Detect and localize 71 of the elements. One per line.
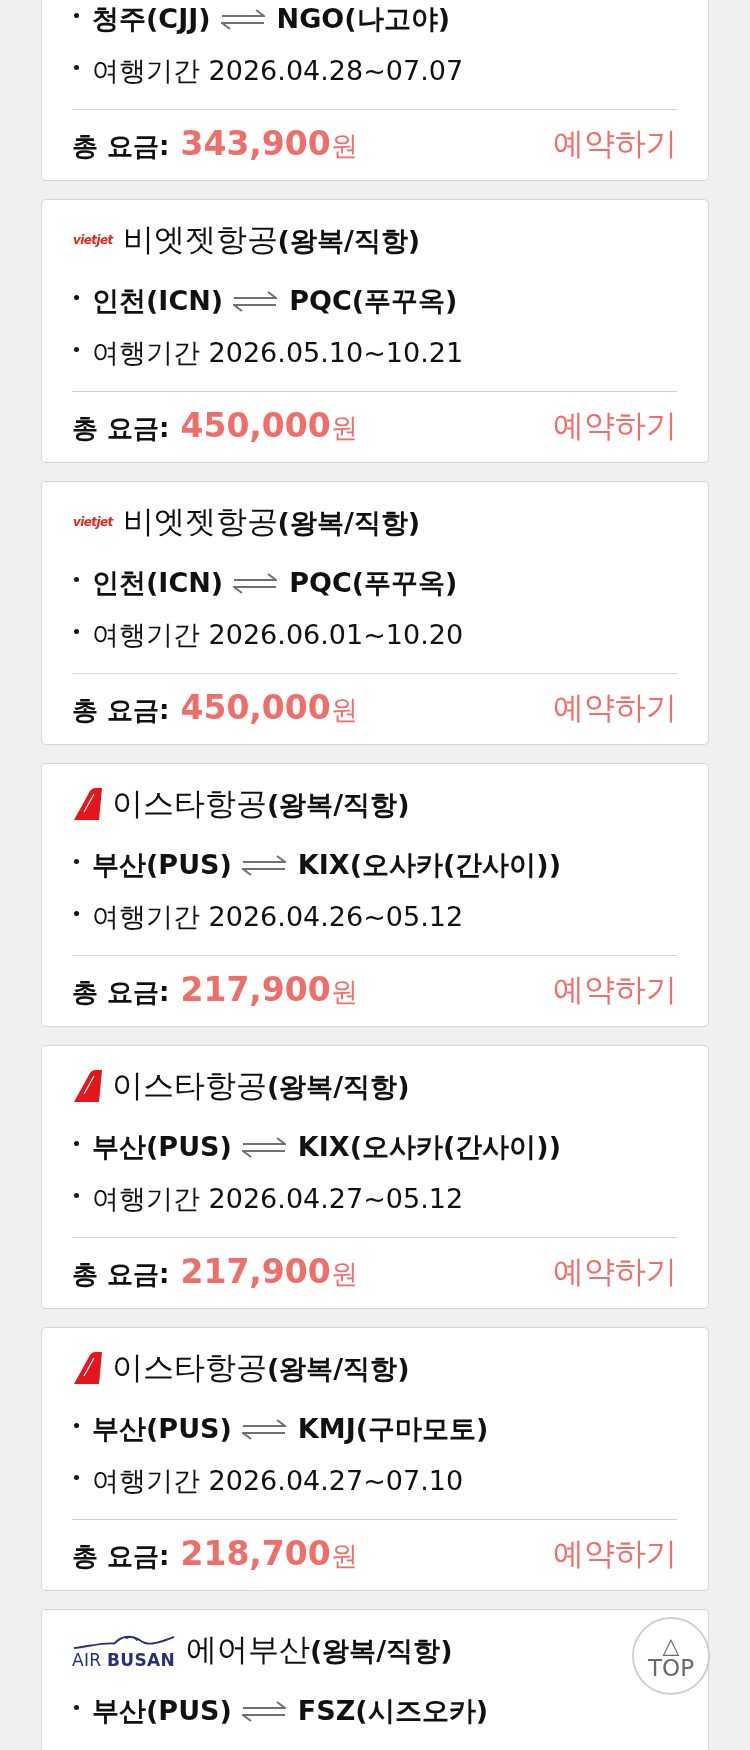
round-trip-icon (241, 1700, 286, 1722)
bullet-icon (74, 64, 79, 70)
airline-logo: AIR BUSAN (72, 1651, 175, 1670)
origin-airport: 부산(PUS) (92, 1130, 232, 1164)
price-label: 총 요금: (72, 1258, 170, 1291)
bullet-icon (74, 1474, 79, 1480)
book-link[interactable]: 예약하기 (553, 405, 677, 447)
book-link[interactable]: 예약하기 (553, 969, 677, 1011)
destination-airport: NGO(나고야) (276, 2, 450, 36)
bullet-icon (74, 628, 79, 634)
origin-airport: 청주(CJJ) (92, 2, 211, 36)
origin-airport: 인천(ICN) (92, 566, 224, 600)
book-link[interactable]: 예약하기 (553, 123, 677, 165)
destination-airport: KIX(오사카(간사이)) (297, 1130, 561, 1164)
travel-period: 여행기간 2026.04.28~07.07 (92, 54, 464, 88)
destination-airport: KIX(오사카(간사이)) (297, 848, 561, 882)
price-label: 총 요금: (72, 412, 170, 445)
airline-logo: vietjet (73, 234, 113, 246)
book-link[interactable]: 예약하기 (553, 687, 677, 729)
bullet-icon (74, 1192, 79, 1198)
book-link[interactable]: 예약하기 (553, 1533, 677, 1575)
bullet-icon (74, 576, 79, 582)
travel-period: 여행기간 2026.05.10~10.21 (92, 336, 464, 370)
price-label: 총 요금: (72, 130, 170, 163)
origin-airport: 인천(ICN) (92, 284, 224, 318)
destination-airport: FSZ(시즈오카) (297, 1694, 488, 1728)
airline-logo: vietjet (73, 516, 113, 528)
price-amount: 450,000원 (180, 688, 358, 728)
destination-airport: PQC(푸꾸옥) (289, 284, 458, 318)
bird-swoosh-icon (72, 1634, 176, 1651)
tail-fin-icon (74, 1352, 102, 1384)
bullet-icon (74, 1704, 79, 1710)
airline-title: 비엣젯항공(왕복/직항) (122, 502, 421, 541)
round-trip-icon (233, 572, 278, 594)
origin-airport: 부산(PUS) (92, 1694, 232, 1728)
round-trip-icon (241, 1136, 286, 1158)
price-amount: 343,900원 (180, 124, 358, 164)
airline-title: 이스타항공(왕복/직항) (112, 1066, 410, 1105)
origin-airport: 부산(PUS) (92, 848, 232, 882)
origin-airport: 부산(PUS) (92, 1412, 232, 1446)
round-trip-icon (241, 1418, 286, 1440)
bullet-icon (74, 858, 79, 864)
destination-airport: PQC(푸꾸옥) (289, 566, 458, 600)
book-link[interactable]: 예약하기 (553, 1251, 677, 1293)
airline-title: 비엣젯항공(왕복/직항) (122, 220, 421, 259)
price-label: 총 요금: (72, 694, 170, 727)
tail-fin-icon (74, 1070, 102, 1102)
price-amount: 450,000원 (180, 406, 358, 446)
price-amount: 217,900원 (180, 1252, 358, 1292)
bullet-icon (74, 12, 79, 18)
travel-period: 여행기간 2026.04.26~05.12 (92, 900, 464, 934)
price-amount: 217,900원 (180, 970, 358, 1010)
price-amount: 218,700원 (180, 1534, 358, 1574)
bullet-icon (74, 346, 79, 352)
bullet-icon (74, 1422, 79, 1428)
round-trip-icon (220, 8, 265, 30)
round-trip-icon (241, 854, 286, 876)
airline-title: 이스타항공(왕복/직항) (112, 1348, 410, 1387)
bullet-icon (74, 294, 79, 300)
tail-fin-icon (74, 788, 102, 820)
price-label: 총 요금: (72, 976, 170, 1009)
destination-airport: KMJ(구마모토) (297, 1412, 489, 1446)
travel-period: 여행기간 2026.04.27~07.10 (92, 1464, 464, 1498)
airline-title: 에어부산(왕복/직항) (186, 1630, 453, 1669)
price-label: 총 요금: (72, 1540, 170, 1573)
bullet-icon (74, 910, 79, 916)
bullet-icon (74, 1140, 79, 1146)
travel-period: 여행기간 2026.04.27~05.12 (92, 1182, 464, 1216)
round-trip-icon (233, 290, 278, 312)
airline-title: 이스타항공(왕복/직항) (112, 784, 410, 823)
travel-period: 여행기간 2026.06.01~10.20 (92, 618, 464, 652)
